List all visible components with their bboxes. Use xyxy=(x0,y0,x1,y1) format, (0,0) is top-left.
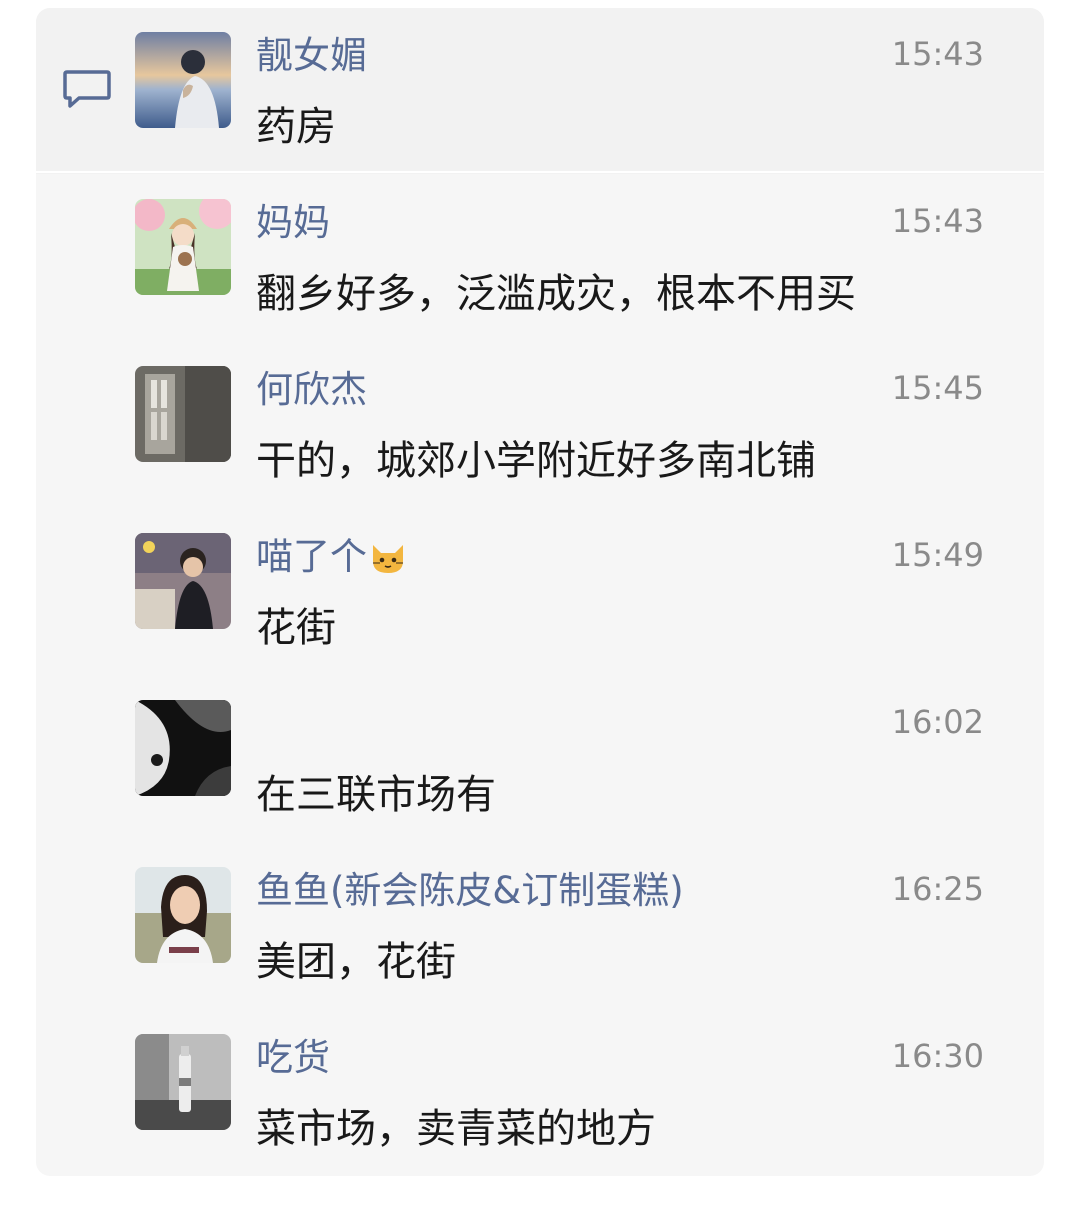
cat-face-icon xyxy=(369,539,407,585)
reply-list-panel: 靓女媚 15:43 药房 妈妈 15:43 翻乡好多，泛滥成灾，根本不用买 何欣… xyxy=(36,8,1044,1176)
message-row-6[interactable]: 鱼鱼(新会陈皮&订制蛋糕) 16:25 美团，花街 xyxy=(36,843,1044,1009)
sender-name[interactable]: 吃货 xyxy=(256,1036,330,1080)
message-time: 16:02 xyxy=(891,703,984,741)
message-text: 药房 xyxy=(256,104,336,150)
message-text: 干的，城郊小学附近好多南北铺 xyxy=(256,438,816,484)
avatar[interactable] xyxy=(135,867,231,963)
sender-name[interactable]: 妈妈 xyxy=(256,201,330,245)
message-time: 15:45 xyxy=(891,369,984,407)
avatar[interactable] xyxy=(135,700,231,796)
message-row-2[interactable]: 妈妈 15:43 翻乡好多，泛滥成灾，根本不用买 xyxy=(36,175,1044,341)
message-row-4[interactable]: 喵了个 15:49 花街 xyxy=(36,509,1044,675)
sender-name[interactable]: 靓女媚 xyxy=(256,34,367,78)
message-time: 15:43 xyxy=(891,35,984,73)
row-divider xyxy=(36,171,1044,173)
avatar[interactable] xyxy=(135,366,231,462)
message-text: 在三联市场有 xyxy=(256,772,496,818)
message-time: 16:25 xyxy=(891,870,984,908)
message-row-5[interactable]: 16:02 在三联市场有 xyxy=(36,676,1044,842)
avatar[interactable] xyxy=(135,533,231,629)
message-row-3[interactable]: 何欣杰 15:45 干的，城郊小学附近好多南北铺 xyxy=(36,342,1044,508)
avatar[interactable] xyxy=(135,199,231,295)
message-text: 翻乡好多，泛滥成灾，根本不用买 xyxy=(256,271,856,317)
message-text: 美团，花街 xyxy=(256,939,456,985)
message-row-7[interactable]: 吃货 16:30 菜市场，卖青菜的地方 xyxy=(36,1010,1044,1176)
message-time: 15:43 xyxy=(891,202,984,240)
sender-name[interactable]: 何欣杰 xyxy=(256,368,367,412)
comment-bubble-icon[interactable] xyxy=(61,68,113,112)
sender-name[interactable]: 喵了个 xyxy=(256,535,407,585)
avatar[interactable] xyxy=(135,1034,231,1130)
message-time: 16:30 xyxy=(891,1037,984,1075)
message-row-1[interactable]: 靓女媚 15:43 药房 xyxy=(36,8,1044,174)
message-text: 菜市场，卖青菜的地方 xyxy=(256,1106,656,1152)
sender-name-text: 喵了个 xyxy=(256,535,367,578)
message-time: 15:49 xyxy=(891,536,984,574)
avatar[interactable] xyxy=(135,32,231,128)
sender-name[interactable]: 鱼鱼(新会陈皮&订制蛋糕) xyxy=(256,869,684,913)
message-text: 花街 xyxy=(256,605,336,651)
